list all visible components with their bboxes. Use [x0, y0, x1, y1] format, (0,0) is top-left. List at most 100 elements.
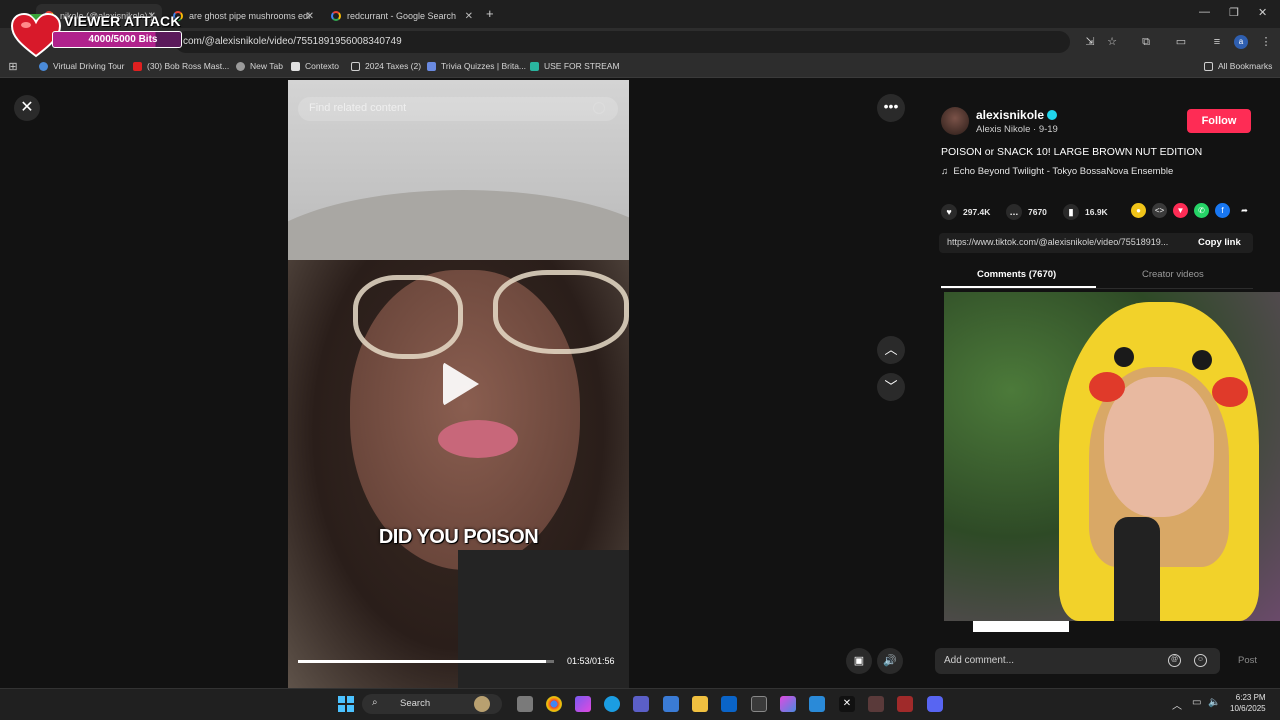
verified-badge-icon: [1047, 110, 1057, 120]
close-tab-icon[interactable]: ✕: [465, 11, 473, 22]
bookmark-star-icon[interactable]: ☆: [1105, 35, 1119, 49]
follow-button[interactable]: Follow: [1187, 109, 1251, 133]
copilot-app-icon[interactable]: [780, 696, 796, 712]
apps-grid-icon[interactable]: ⊞: [6, 60, 20, 74]
search-icon: ⌕: [372, 697, 378, 708]
like-stat[interactable]: ♥ 297.4K: [941, 204, 990, 220]
viewer-attack-title: VIEWER ATTACK: [64, 13, 181, 29]
bookmark-taxes[interactable]: 2024 Taxes (2): [351, 61, 421, 71]
globe-icon: [236, 61, 245, 71]
search-icon[interactable]: [593, 102, 605, 114]
extensions-icon[interactable]: ⧉: [1139, 35, 1153, 49]
stream-icon: [530, 61, 539, 71]
author-username[interactable]: alexisnikole: [976, 108, 1044, 122]
profile-avatar[interactable]: a: [1234, 35, 1248, 49]
edge-icon[interactable]: [604, 696, 620, 712]
bookmark-bob-ross[interactable]: (30) Bob Ross Mast...: [133, 61, 229, 71]
speaker-icon[interactable]: 🔈: [1208, 697, 1220, 708]
tray-chevron-icon[interactable]: ︿: [1172, 697, 1182, 712]
play-icon[interactable]: [443, 362, 479, 406]
capcut-icon[interactable]: ✕: [839, 696, 855, 712]
split-view-icon[interactable]: ▭: [1174, 35, 1188, 49]
save-stat[interactable]: ▮ 16.9K: [1063, 204, 1108, 220]
trivia-icon: [427, 61, 436, 71]
video-time: 01:53/01:56: [567, 656, 615, 666]
bookmark-virtual-driving[interactable]: Virtual Driving Tour: [39, 61, 125, 71]
video-description: POISON or SNACK 10! LARGE BROWN NUT EDIT…: [941, 146, 1203, 158]
youtube-icon: [133, 61, 142, 71]
miniplayer-icon[interactable]: ▣: [846, 648, 872, 674]
browser-tab-bar: nikole (@alexisnikole) | ✕ are ghost pip…: [0, 0, 1280, 28]
embed-icon[interactable]: <>: [1152, 203, 1167, 218]
comment-stat[interactable]: … 7670: [1006, 204, 1047, 220]
share-arrow-icon[interactable]: ➦: [1237, 203, 1252, 218]
recording-app-icon[interactable]: [897, 696, 913, 712]
author-avatar[interactable]: [941, 107, 969, 135]
url-field[interactable]: com/@alexisnikole/video/7551891956008340…: [175, 31, 1070, 53]
folder-icon: [1204, 61, 1213, 71]
windows-start-icon[interactable]: [338, 696, 354, 712]
more-options-button[interactable]: •••: [877, 94, 905, 122]
taskbar-clock[interactable]: 6:23 PM 10/6/2025: [1230, 692, 1266, 714]
minimize-button[interactable]: —: [1199, 6, 1210, 18]
send-icon[interactable]: ▼: [1173, 203, 1188, 218]
discord-icon[interactable]: [927, 696, 943, 712]
tab-ghost-pipe[interactable]: are ghost pipe mushrooms edi ✕: [165, 4, 320, 28]
post-button[interactable]: Post: [1238, 655, 1257, 666]
hood-cheek-left: [1089, 372, 1125, 402]
emoji-icon[interactable]: ☺: [1194, 654, 1207, 667]
whatsapp-icon[interactable]: ✆: [1194, 203, 1209, 218]
bookmark-new-tab[interactable]: New Tab: [236, 61, 283, 71]
close-tab-icon[interactable]: ✕: [306, 11, 314, 22]
tab-redcurrant[interactable]: redcurrant - Google Search ✕: [323, 4, 479, 28]
video-progress-fill: [298, 660, 547, 663]
app-icon[interactable]: [809, 696, 825, 712]
new-tab-button[interactable]: +: [486, 6, 494, 21]
comment-placeholder: Add comment...: [944, 655, 1015, 666]
tab-creator-videos[interactable]: Creator videos: [1142, 269, 1204, 280]
coin-icon[interactable]: ●: [1131, 203, 1146, 218]
bookmark-contexto[interactable]: Contexto: [291, 61, 339, 71]
music-credit[interactable]: ♫ Echo Beyond Twilight - Tokyo BossaNova…: [941, 166, 1173, 177]
contexto-icon: [291, 61, 300, 71]
all-bookmarks[interactable]: All Bookmarks: [1204, 61, 1272, 71]
close-video-button[interactable]: ✕: [14, 95, 40, 121]
task-view-icon[interactable]: [517, 696, 533, 712]
outlook-icon[interactable]: [721, 696, 737, 712]
facebook-icon[interactable]: f: [1215, 203, 1230, 218]
volume-icon[interactable]: 🔊: [877, 648, 903, 674]
widgets-icon[interactable]: [474, 696, 490, 712]
tab-comments[interactable]: Comments (7670): [977, 269, 1056, 280]
restore-button[interactable]: ❐: [1229, 6, 1239, 19]
globe-icon: [39, 61, 48, 71]
author-subtitle: Alexis Nikole · 9-19: [976, 124, 1058, 135]
video-glasses-left: [353, 275, 463, 359]
find-related-input[interactable]: Find related content: [298, 97, 618, 121]
photos-icon[interactable]: [663, 696, 679, 712]
previous-video-button[interactable]: ︿: [877, 336, 905, 364]
bookmark-icon: ▮: [1063, 204, 1079, 220]
video-progress-bar[interactable]: [298, 660, 554, 663]
chrome-icon[interactable]: [546, 696, 562, 712]
webcam-overlay: [944, 292, 1280, 621]
comment-icon: …: [1006, 204, 1022, 220]
tab-divider: [941, 288, 1253, 289]
video-lips: [438, 420, 518, 458]
teams-icon[interactable]: [633, 696, 649, 712]
copilot-icon[interactable]: [575, 696, 591, 712]
folder-icon: [351, 61, 360, 71]
close-window-button[interactable]: ✕: [1258, 6, 1267, 19]
copy-link-button[interactable]: Copy link: [1198, 237, 1241, 248]
bookmark-use-for-stream[interactable]: USE FOR STREAM: [530, 61, 620, 71]
bookmark-trivia[interactable]: Trivia Quizzes | Brita...: [427, 61, 526, 71]
install-icon[interactable]: ⇲: [1083, 35, 1097, 49]
store-icon[interactable]: [751, 696, 767, 712]
menu-dots-icon[interactable]: ⋮: [1259, 35, 1273, 49]
hood-eye-right: [1192, 350, 1212, 370]
next-video-button[interactable]: ﹀: [877, 373, 905, 401]
network-icon[interactable]: ▭: [1192, 697, 1201, 708]
file-explorer-icon[interactable]: [692, 696, 708, 712]
mention-icon[interactable]: @: [1168, 654, 1181, 667]
media-icon[interactable]: ≡: [1210, 35, 1224, 49]
streaming-app-icon[interactable]: [868, 696, 884, 712]
